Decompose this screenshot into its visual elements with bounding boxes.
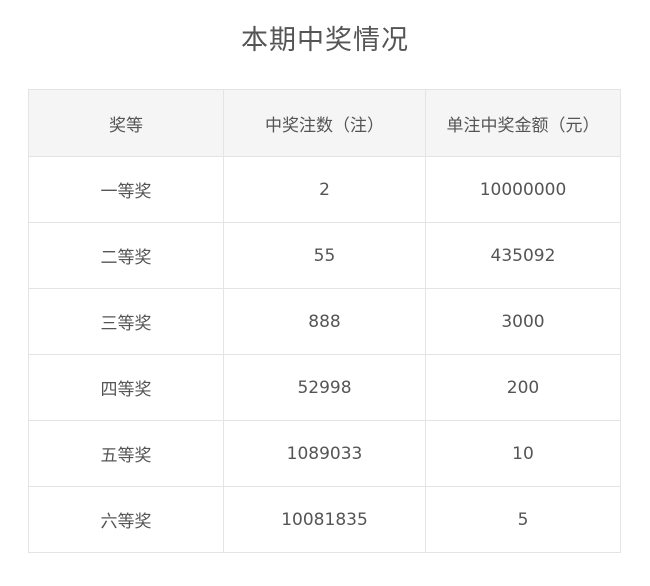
table-row: 五等奖 1089033 10 — [28, 420, 621, 487]
winning-count-cell: 10081835 — [223, 486, 426, 553]
table-row: 一等奖 2 10000000 — [28, 156, 621, 223]
prize-amount-cell: 200 — [425, 354, 621, 421]
prize-level-cell: 三等奖 — [28, 288, 224, 355]
table-row: 六等奖 10081835 5 — [28, 486, 621, 553]
page-title: 本期中奖情况 — [241, 25, 409, 56]
column-header-prize-amount: 单注中奖金额（元） — [425, 89, 621, 157]
table-row: 三等奖 888 3000 — [28, 288, 621, 355]
winning-count-cell: 2 — [223, 156, 426, 223]
column-header-winning-count: 中奖注数（注） — [223, 89, 426, 157]
prize-level-cell: 六等奖 — [28, 486, 224, 553]
table-row: 二等奖 55 435092 — [28, 222, 621, 289]
winning-count-cell: 55 — [223, 222, 426, 289]
prize-table: 奖等 中奖注数（注） 单注中奖金额（元） 一等奖 2 10000000 二等奖 … — [28, 89, 621, 553]
table-header-row: 奖等 中奖注数（注） 单注中奖金额（元） — [28, 89, 621, 157]
prize-amount-cell: 10 — [425, 420, 621, 487]
prize-amount-cell: 435092 — [425, 222, 621, 289]
prize-level-cell: 二等奖 — [28, 222, 224, 289]
prize-amount-cell: 3000 — [425, 288, 621, 355]
winning-count-cell: 1089033 — [223, 420, 426, 487]
winning-count-cell: 52998 — [223, 354, 426, 421]
prize-level-cell: 四等奖 — [28, 354, 224, 421]
prize-level-cell: 一等奖 — [28, 156, 224, 223]
winning-count-cell: 888 — [223, 288, 426, 355]
table-row: 四等奖 52998 200 — [28, 354, 621, 421]
column-header-prize-level: 奖等 — [28, 89, 224, 157]
prize-amount-cell: 5 — [425, 486, 621, 553]
prize-level-cell: 五等奖 — [28, 420, 224, 487]
prize-amount-cell: 10000000 — [425, 156, 621, 223]
